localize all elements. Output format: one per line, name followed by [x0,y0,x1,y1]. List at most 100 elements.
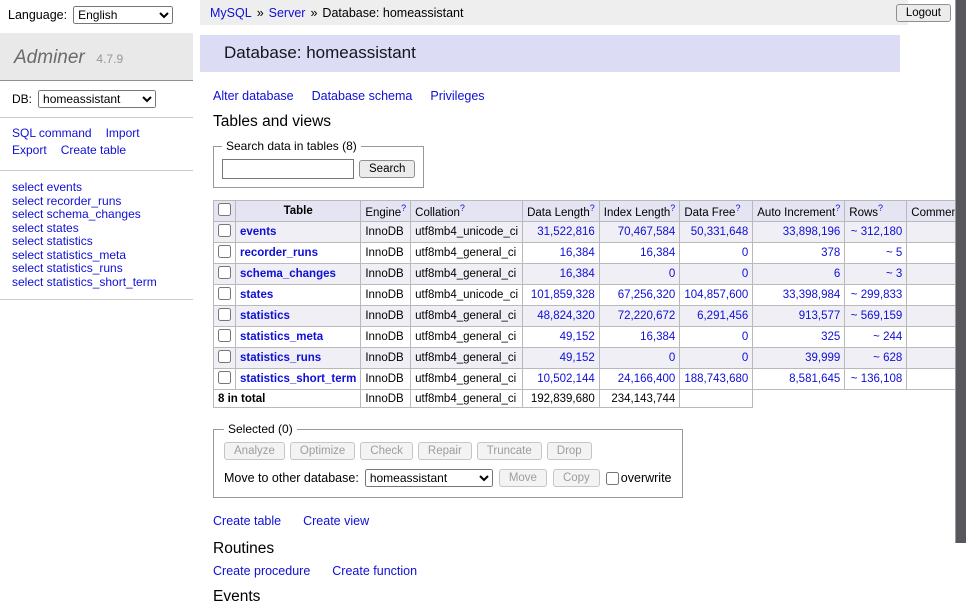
create-create-view[interactable]: Create view [303,514,369,528]
sidebar-table-select-statistics-short-term[interactable]: select statistics_short_term [12,276,181,290]
data-length-link[interactable]: 10,502,144 [537,373,595,385]
copy-button[interactable]: Copy [553,469,600,487]
vertical-scrollbar[interactable] [955,0,966,543]
sidebar-table-select-events[interactable]: select events [12,181,181,195]
drop-button[interactable]: Drop [547,442,592,460]
index-length-link[interactable]: 0 [669,352,675,364]
optimize-button[interactable]: Optimize [290,442,355,460]
db-select[interactable]: homeassistant [38,90,156,108]
rows-link[interactable]: ~ 569,159 [851,310,902,322]
column-help-link[interactable]: ? [670,203,675,213]
index-length-link[interactable]: 16,384 [640,331,675,343]
table-link-recorder-runs[interactable]: recorder_runs [240,247,318,259]
table-link-statistics[interactable]: statistics [240,310,290,322]
check-button[interactable]: Check [360,442,413,460]
move-button[interactable]: Move [499,469,547,487]
auto-increment-link[interactable]: 913,577 [799,310,841,322]
analyze-button[interactable]: Analyze [224,442,285,460]
data-free-link[interactable]: 188,743,680 [684,373,748,385]
search-input[interactable] [222,159,354,179]
row-checkbox[interactable] [218,371,231,384]
column-help-link[interactable]: ? [460,203,465,213]
row-checkbox[interactable] [218,224,231,237]
sidebar-table-select-statistics-meta[interactable]: select statistics_meta [12,249,181,263]
overwrite-option[interactable]: overwrite [606,471,672,485]
data-length-link[interactable]: 101,859,328 [531,289,595,301]
data-free-link[interactable]: 0 [742,352,748,364]
truncate-button[interactable]: Truncate [477,442,542,460]
data-free-link[interactable]: 0 [742,331,748,343]
row-checkbox[interactable] [218,245,231,258]
routine-create-procedure[interactable]: Create procedure [213,564,310,578]
sidebar-link-sql-command[interactable]: SQL command [12,126,92,140]
sidebar-table-select-states[interactable]: select states [12,222,181,236]
auto-increment-link[interactable]: 39,999 [805,352,840,364]
data-free-link[interactable]: 50,331,648 [691,226,749,238]
rows-link[interactable]: ~ 136,108 [851,373,902,385]
index-length-link[interactable]: 24,166,400 [618,373,676,385]
data-length-link[interactable]: 16,384 [560,247,595,259]
language-select[interactable]: English [73,6,173,24]
rows-link[interactable]: ~ 299,833 [851,289,902,301]
sidebar-table-select-statistics-runs[interactable]: select statistics_runs [12,262,181,276]
sidebar-link-create-table[interactable]: Create table [61,143,126,157]
routine-create-function[interactable]: Create function [332,564,417,578]
data-free-link[interactable]: 6,291,456 [697,310,748,322]
table-link-states[interactable]: states [240,289,273,301]
select-all-checkbox[interactable] [218,203,231,216]
row-checkbox[interactable] [218,329,231,342]
auto-increment-link[interactable]: 378 [821,247,840,259]
row-checkbox[interactable] [218,308,231,321]
index-length-link[interactable]: 16,384 [640,247,675,259]
index-length-link[interactable]: 0 [669,268,675,280]
repair-button[interactable]: Repair [418,442,472,460]
rows-link[interactable]: ~ 312,180 [851,226,902,238]
action-privileges[interactable]: Privileges [430,89,484,103]
data-length-link[interactable]: 48,824,320 [537,310,595,322]
index-length-link[interactable]: 72,220,672 [618,310,676,322]
column-help-link[interactable]: ? [878,203,883,213]
row-checkbox[interactable] [218,266,231,279]
sidebar-table-select-recorder-runs[interactable]: select recorder_runs [12,195,181,209]
move-db-select[interactable]: homeassistant [365,469,493,487]
table-link-statistics-meta[interactable]: statistics_meta [240,331,323,343]
data-length-link[interactable]: 49,152 [560,331,595,343]
data-length-link[interactable]: 31,522,816 [537,226,595,238]
overwrite-checkbox[interactable] [606,472,619,485]
column-help-link[interactable]: ? [735,203,740,213]
sidebar-table-select-statistics[interactable]: select statistics [12,235,181,249]
rows-link[interactable]: ~ 628 [873,352,902,364]
rows-link[interactable]: ~ 244 [873,331,902,343]
table-link-events[interactable]: events [240,226,276,238]
data-length-link[interactable]: 49,152 [560,352,595,364]
column-help-link[interactable]: ? [835,203,840,213]
auto-increment-link[interactable]: 33,898,196 [783,226,841,238]
data-free-link[interactable]: 0 [742,247,748,259]
action-alter-database[interactable]: Alter database [213,89,294,103]
auto-increment-link[interactable]: 325 [821,331,840,343]
breadcrumb-server-link[interactable]: Server [269,6,306,20]
logout-button[interactable]: Logout [896,4,951,22]
table-link-statistics-short-term[interactable]: statistics_short_term [240,373,356,385]
auto-increment-link[interactable]: 8,581,645 [789,373,840,385]
row-checkbox[interactable] [218,287,231,300]
data-length-link[interactable]: 16,384 [560,268,595,280]
table-link-statistics-runs[interactable]: statistics_runs [240,352,321,364]
column-help-link[interactable]: ? [590,203,595,213]
action-database-schema[interactable]: Database schema [312,89,413,103]
column-help-link[interactable]: ? [401,203,406,213]
data-free-link[interactable]: 0 [742,268,748,280]
breadcrumb-mysql-link[interactable]: MySQL [210,6,252,20]
sidebar-link-import[interactable]: Import [106,126,140,140]
search-button[interactable]: Search [359,160,415,178]
data-free-link[interactable]: 104,857,600 [684,289,748,301]
table-link-schema-changes[interactable]: schema_changes [240,268,336,280]
row-checkbox[interactable] [218,350,231,363]
index-length-link[interactable]: 70,467,584 [618,226,676,238]
sidebar-link-export[interactable]: Export [12,143,47,157]
rows-link[interactable]: ~ 5 [886,247,902,259]
auto-increment-link[interactable]: 6 [834,268,840,280]
create-create-table[interactable]: Create table [213,514,281,528]
sidebar-table-select-schema-changes[interactable]: select schema_changes [12,208,181,222]
rows-link[interactable]: ~ 3 [886,268,902,280]
